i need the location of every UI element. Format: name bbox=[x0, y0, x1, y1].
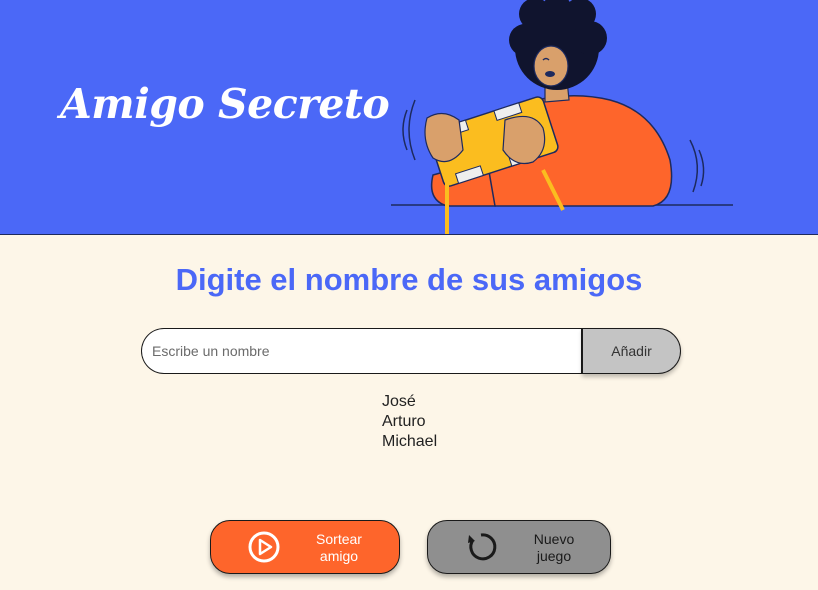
refresh-icon bbox=[468, 533, 497, 561]
new-game-button[interactable]: Nuevo juego bbox=[427, 520, 611, 574]
name-input[interactable] bbox=[141, 328, 583, 374]
app-title: Amigo Secreto bbox=[60, 80, 390, 128]
section-title: Digite el nombre de sus amigos bbox=[175, 262, 643, 297]
add-button[interactable]: Añadir bbox=[582, 328, 681, 374]
add-friend-form: Añadir bbox=[141, 328, 681, 374]
new-game-button-label: Nuevo juego bbox=[533, 531, 575, 564]
play-circle-icon bbox=[248, 531, 280, 563]
friend-list: José Arturo Michael bbox=[382, 392, 437, 452]
draw-friend-button[interactable]: Sortear amigo bbox=[210, 520, 400, 574]
list-item: Michael bbox=[382, 433, 438, 450]
list-item: Arturo bbox=[382, 413, 426, 430]
person-with-gift-illustration bbox=[391, 0, 733, 234]
draw-button-label: Sortear amigo bbox=[316, 531, 362, 564]
list-item: José bbox=[382, 393, 416, 410]
header: Amigo Secreto bbox=[0, 0, 818, 235]
